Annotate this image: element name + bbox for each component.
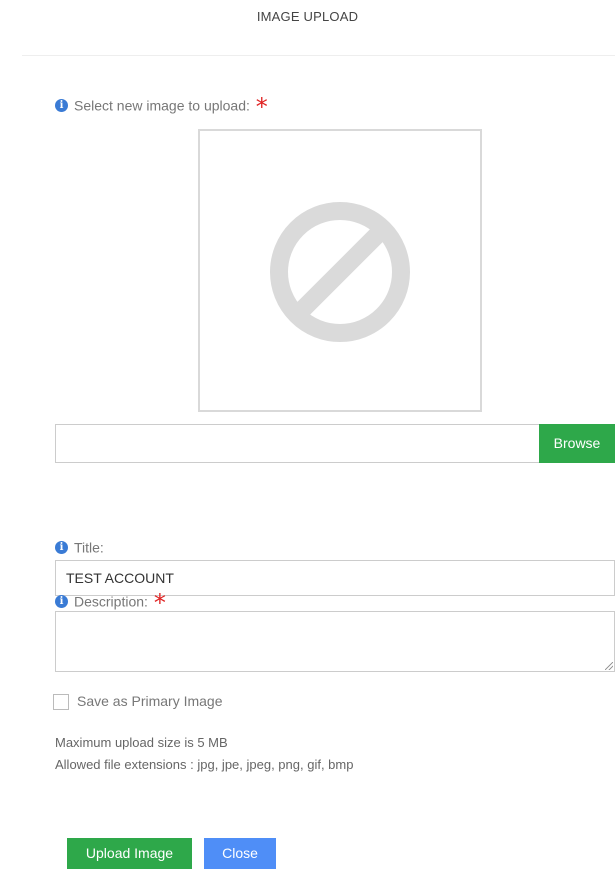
- extensions-hint: Allowed file extensions : jpg, jpe, jpeg…: [55, 757, 354, 772]
- modal-title: IMAGE UPLOAD: [256, 9, 359, 24]
- info-icon[interactable]: i: [55, 98, 68, 112]
- close-button[interactable]: Close: [204, 838, 276, 869]
- browse-button[interactable]: Browse: [539, 424, 615, 463]
- no-image-icon: [270, 202, 410, 342]
- image-upload-modal: IMAGE UPLOAD i Select new image to upload…: [0, 0, 615, 869]
- resize-grip-icon: [605, 662, 613, 670]
- image-preview: [198, 129, 482, 412]
- info-icon[interactable]: i: [55, 594, 68, 608]
- description-label-row: i Description: *: [55, 591, 166, 615]
- file-path-input[interactable]: [55, 424, 540, 463]
- info-icon[interactable]: i: [55, 540, 68, 554]
- primary-image-checkbox[interactable]: [53, 694, 69, 710]
- primary-image-label[interactable]: Save as Primary Image: [77, 693, 223, 709]
- resize-handle[interactable]: [603, 660, 613, 670]
- max-size-hint: Maximum upload size is 5 MB: [55, 735, 228, 750]
- image-select-label: Select new image to upload:: [74, 97, 250, 114]
- header-divider: [22, 55, 615, 56]
- image-select-label-row: i Select new image to upload: *: [55, 95, 268, 119]
- description-label: Description:: [74, 593, 148, 610]
- title-label-row: i Title:: [55, 538, 104, 555]
- required-asterisk: *: [255, 93, 268, 121]
- description-textarea[interactable]: [55, 611, 615, 672]
- upload-image-button[interactable]: Upload Image: [67, 838, 192, 869]
- title-label: Title:: [74, 539, 104, 556]
- title-input[interactable]: [55, 560, 615, 596]
